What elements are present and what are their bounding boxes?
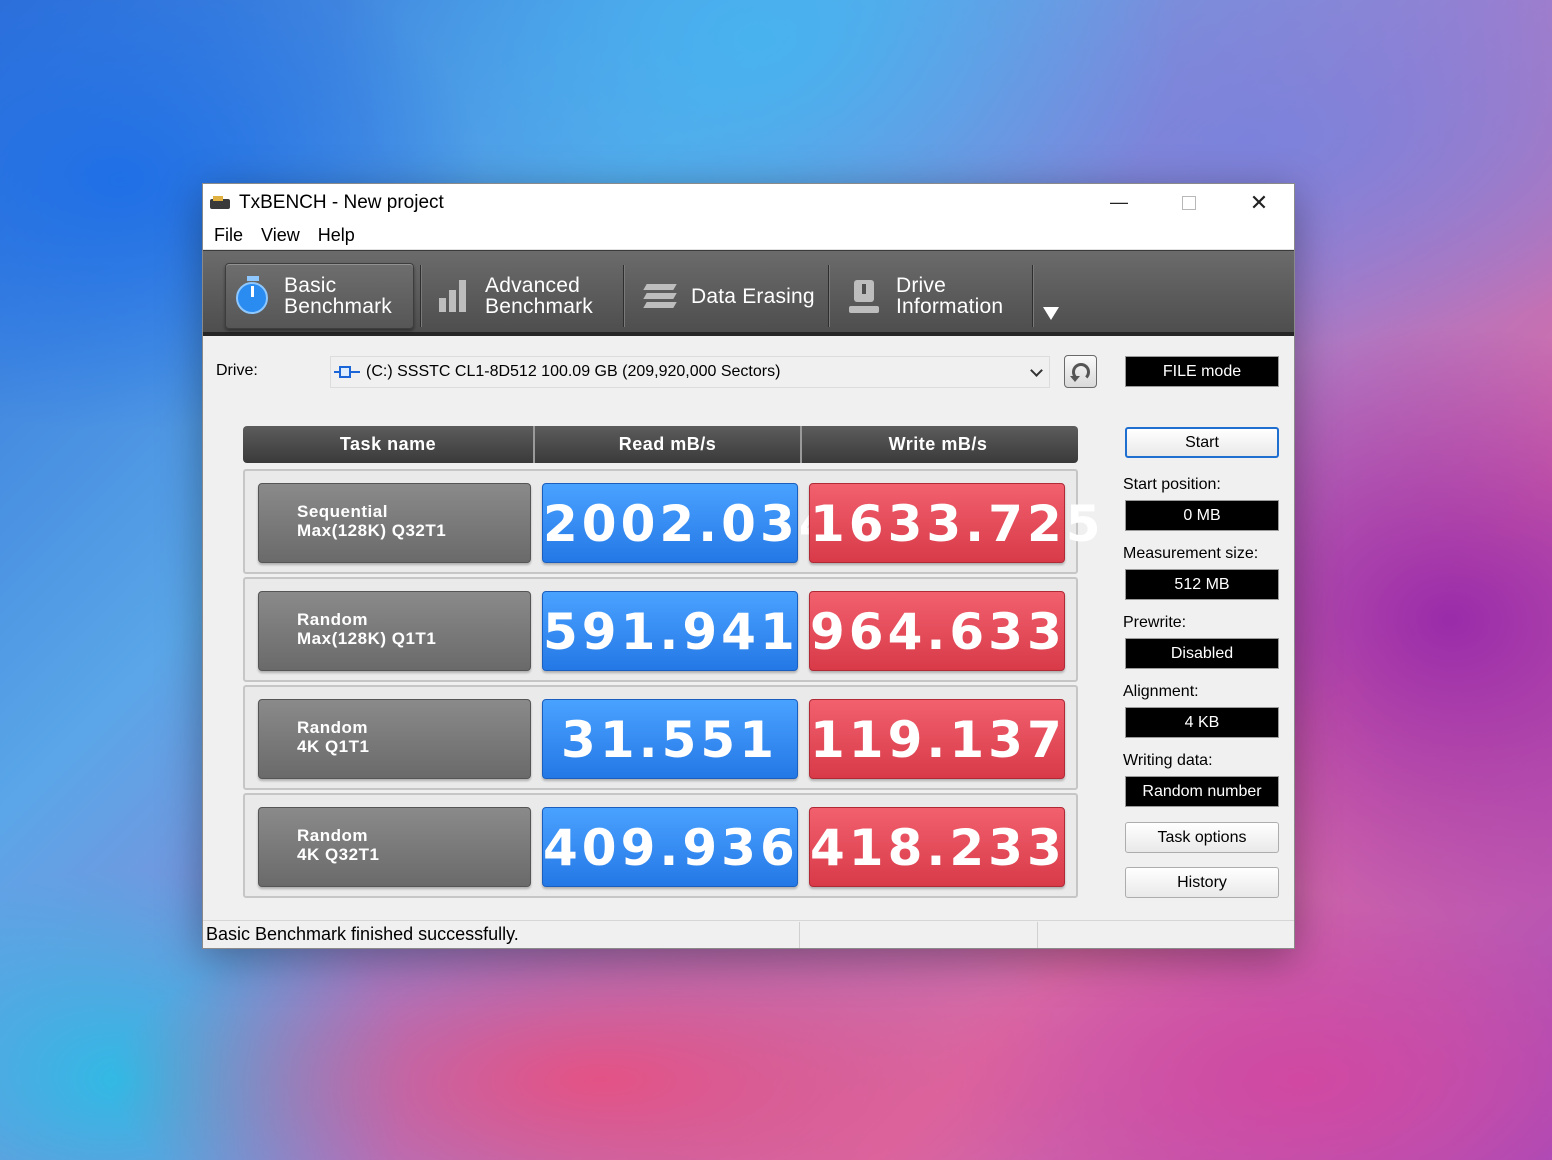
app-window: TxBENCH - New project — ✕ File View Help… [202, 183, 1295, 949]
tab-drive-information[interactable]: Drive Information [848, 263, 1028, 329]
writing-data-label: Writing data: [1123, 752, 1213, 769]
header-task-name: Task name [339, 434, 437, 454]
minimize-icon: — [1110, 192, 1128, 212]
measurement-size-value[interactable]: 512 MB [1125, 569, 1279, 600]
read-result: 2002.034 [542, 483, 834, 563]
task-sequential-max-q32t1-button[interactable]: Sequential Max(128K) Q32T1 [258, 483, 531, 563]
start-position-value[interactable]: 0 MB [1125, 500, 1279, 531]
read-result: 409.936 [542, 807, 798, 887]
menu-view[interactable]: View [254, 225, 308, 246]
tab-separator [420, 265, 422, 327]
tab-data-erasing[interactable]: Data Erasing [643, 263, 823, 329]
drive-select-value: (C:) SSSTC CL1-8D512 100.09 GB (209,920,… [366, 363, 781, 380]
chevron-down-icon [1030, 364, 1043, 377]
tab-separator [828, 265, 830, 327]
tab-separator [623, 265, 625, 327]
title-bar[interactable]: TxBENCH - New project — ✕ [203, 184, 1294, 221]
refresh-drive-button[interactable] [1064, 355, 1097, 388]
write-result: 1633.725 [809, 483, 1101, 563]
header-read: Read mB/s [533, 426, 800, 463]
write-result: 964.633 [809, 591, 1065, 671]
drive-select[interactable]: (C:) SSSTC CL1-8D512 100.09 GB (209,920,… [330, 356, 1050, 388]
close-button[interactable]: ✕ [1224, 184, 1294, 221]
task-options-button[interactable]: Task options [1125, 822, 1279, 853]
task-random-4k-q1t1-button[interactable]: Random 4K Q1T1 [258, 699, 531, 779]
writing-data-value[interactable]: Random number [1125, 776, 1279, 807]
prewrite-value[interactable]: Disabled [1125, 638, 1279, 669]
tab-advanced-benchmark[interactable]: Advanced Benchmark [437, 263, 617, 329]
table-row: Sequential Max(128K) Q32T1 2002.034 1633… [243, 469, 1101, 574]
write-result: 418.233 [809, 807, 1065, 887]
read-result: 31.551 [542, 699, 798, 779]
status-segment [1037, 921, 1275, 948]
mode-indicator[interactable]: FILE mode [1125, 356, 1279, 387]
erase-icon [643, 276, 677, 316]
status-segment [799, 921, 1037, 948]
menu-help[interactable]: Help [311, 225, 363, 246]
tab-separator [1032, 265, 1034, 327]
start-position-label: Start position: [1123, 476, 1221, 493]
close-icon: ✕ [1249, 189, 1269, 215]
write-result: 119.137 [809, 699, 1065, 779]
minimize-button[interactable]: — [1084, 184, 1154, 221]
header-write: Write mB/s [800, 426, 1074, 463]
drive-label: Drive: [216, 362, 258, 379]
table-row: Random 4K Q32T1 409.936 418.233 [243, 793, 1078, 898]
menu-file[interactable]: File [207, 225, 251, 246]
task-random-max-q1t1-button[interactable]: Random Max(128K) Q1T1 [258, 591, 531, 671]
maximize-icon [1182, 195, 1196, 210]
alignment-label: Alignment: [1123, 683, 1199, 700]
table-row: Random 4K Q1T1 31.551 119.137 [243, 685, 1078, 790]
start-button[interactable]: Start [1125, 427, 1279, 458]
read-result: 591.941 [542, 591, 798, 671]
tab-dropdown-arrow-icon[interactable] [1043, 307, 1059, 320]
drive-info-icon [848, 276, 882, 316]
maximize-button[interactable] [1154, 184, 1224, 221]
results-table-header: Task name Read mB/s Write mB/s [243, 426, 1078, 463]
tab-basic-benchmark[interactable]: Basic Benchmark [225, 263, 414, 329]
drive-icon [334, 363, 360, 381]
measurement-size-label: Measurement size: [1123, 545, 1259, 562]
status-bar: Basic Benchmark finished successfully. [203, 920, 1294, 948]
tab-toolbar: Basic Benchmark Advanced Benchmark Data Er… [203, 250, 1294, 336]
status-text: Basic Benchmark finished successfully. [206, 924, 519, 944]
task-random-4k-q32t1-button[interactable]: Random 4K Q32T1 [258, 807, 531, 887]
window-title: TxBENCH - New project [239, 191, 444, 213]
menu-bar: File View Help [203, 221, 1294, 250]
stopwatch-icon [236, 276, 270, 316]
table-row: Random Max(128K) Q1T1 591.941 964.633 [243, 577, 1078, 682]
bar-chart-icon [437, 276, 471, 316]
app-icon [209, 194, 231, 212]
history-button[interactable]: History [1125, 867, 1279, 898]
alignment-value[interactable]: 4 KB [1125, 707, 1279, 738]
prewrite-label: Prewrite: [1123, 614, 1187, 631]
